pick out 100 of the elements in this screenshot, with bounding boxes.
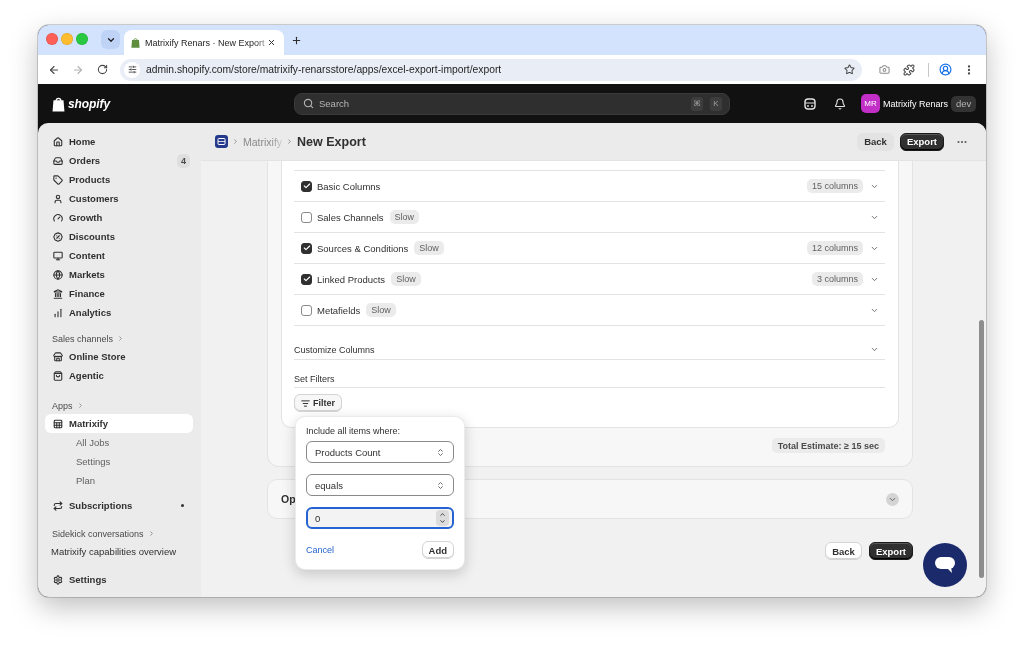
- chevron-right-icon: [117, 335, 125, 342]
- profile-icon[interactable]: [938, 63, 952, 76]
- chevron-down-icon[interactable]: [439, 518, 446, 525]
- column-count: 12 columns: [806, 241, 863, 255]
- store-badge: dev: [951, 95, 977, 112]
- nav-item[interactable]: Markets: [45, 265, 193, 284]
- spreadsheet-icon: [53, 418, 63, 429]
- nav-item[interactable]: Agentic: [45, 366, 193, 385]
- check-icon: [302, 244, 311, 252]
- nav-item[interactable]: Analytics: [45, 303, 193, 322]
- section-title: Set Filters: [294, 373, 335, 384]
- chevron-right-icon: [286, 138, 294, 145]
- select-field[interactable]: equals: [306, 474, 454, 496]
- slow-tag: Slow: [391, 272, 421, 286]
- nav-item[interactable]: Online Store: [45, 347, 193, 366]
- star-icon[interactable]: [844, 64, 855, 75]
- estimate-badge: Total Estimate: ≥ 15 sec: [771, 438, 885, 453]
- nav-item[interactable]: Content: [45, 246, 193, 265]
- back-button[interactable]: Back: [857, 132, 894, 151]
- bell-icon[interactable]: [834, 97, 846, 110]
- column-count: 15 columns: [806, 179, 863, 193]
- slow-tag: Slow: [389, 210, 420, 224]
- cancel-link[interactable]: Cancel: [306, 545, 334, 555]
- nav-item[interactable]: Customers: [45, 189, 193, 208]
- nav-item[interactable]: Products: [45, 170, 193, 189]
- app-icon[interactable]: [215, 135, 228, 148]
- reload-icon[interactable]: [97, 64, 108, 75]
- filter-button[interactable]: Filter: [294, 394, 342, 412]
- section-heading[interactable]: Sidekick conversations: [45, 525, 159, 542]
- popover-prompt: Include all items where:: [306, 426, 402, 437]
- checkbox[interactable]: [301, 304, 312, 316]
- logo-text: shopify: [68, 96, 110, 111]
- camera-icon[interactable]: [878, 64, 890, 75]
- select-field[interactable]: Products Count: [306, 441, 454, 463]
- conversation-link[interactable]: Matrixify capabilities overview: [45, 542, 193, 561]
- checkbox[interactable]: [301, 242, 312, 254]
- checkbox[interactable]: [301, 211, 312, 223]
- back-button[interactable]: Back: [825, 542, 862, 560]
- shortcut-key: K: [710, 96, 722, 111]
- house-icon: [53, 136, 63, 147]
- section-heading[interactable]: Sales channels: [45, 330, 129, 347]
- nav-item[interactable]: Subscriptions: [45, 496, 193, 515]
- nav-subitem[interactable]: All Jobs: [45, 433, 193, 452]
- shopping-bag-icon: [52, 95, 65, 112]
- inbox-icon: [53, 155, 63, 166]
- search-field[interactable]: Search ⌘ K: [294, 92, 730, 115]
- bag-icon: [131, 37, 140, 48]
- speech-bubble-icon: [935, 557, 955, 573]
- checkbox[interactable]: [301, 180, 312, 192]
- back-arrow-icon[interactable]: [48, 63, 60, 76]
- nav-item[interactable]: Growth: [45, 208, 193, 227]
- export-button[interactable]: Export: [899, 132, 944, 151]
- nav-subitem[interactable]: Settings: [45, 452, 193, 471]
- nav-subitem[interactable]: Plan: [45, 471, 193, 490]
- site-settings-icon[interactable]: [124, 61, 140, 78]
- address-bar[interactable]: admin.shopify.com/store/matrixify-renarsstore/apps/excel-export-import/export: [120, 58, 862, 81]
- count-badge: 4: [177, 153, 190, 168]
- nav-item[interactable]: Orders 4: [45, 151, 193, 170]
- number-field[interactable]: 0: [306, 507, 454, 529]
- plus-icon[interactable]: [291, 35, 302, 46]
- slow-tag: Slow: [414, 241, 444, 255]
- column-group-label: Sales Channels: [317, 211, 384, 223]
- nav-item[interactable]: Finance: [45, 284, 193, 303]
- chevron-right-icon: [76, 402, 84, 409]
- chevrons-icon: [436, 480, 445, 490]
- section-heading[interactable]: Apps: [45, 397, 88, 414]
- chevron-up-icon[interactable]: [439, 511, 446, 518]
- account-name[interactable]: Matrixify Renars: [883, 98, 948, 109]
- bar-chart-icon: [53, 307, 63, 318]
- chevron-down-icon[interactable]: [870, 345, 879, 354]
- avatar[interactable]: MR: [861, 94, 880, 113]
- close-icon[interactable]: [267, 38, 276, 47]
- settings-icon: [53, 574, 63, 585]
- column-group-label: Basic Columns: [317, 180, 381, 192]
- scrollbar-thumb[interactable]: [979, 320, 984, 578]
- column-count: 3 columns: [811, 272, 863, 286]
- chevron-down-icon[interactable]: [886, 492, 899, 506]
- chat-button[interactable]: [923, 543, 967, 587]
- monitor-icon: [53, 250, 63, 261]
- tab-list-button[interactable]: [101, 30, 120, 49]
- store-icon: [53, 351, 63, 362]
- add-button[interactable]: Add: [421, 541, 454, 559]
- page-title: New Export: [297, 134, 366, 149]
- nav-item[interactable]: Matrixify: [45, 414, 193, 433]
- browser-tab[interactable]: Matrixify Renars · New Export: [124, 30, 284, 55]
- nav-item[interactable]: Settings: [45, 570, 193, 589]
- shortcut-key: ⌘: [691, 96, 703, 111]
- bank-icon: [53, 288, 63, 299]
- close-window-button[interactable]: [46, 33, 58, 45]
- person-icon: [53, 193, 63, 204]
- bus-icon[interactable]: [804, 97, 816, 110]
- nav-item[interactable]: Discounts: [45, 227, 193, 246]
- puzzle-icon[interactable]: [903, 63, 915, 76]
- section-title[interactable]: Customize Columns: [294, 344, 375, 355]
- checkbox[interactable]: [301, 273, 312, 285]
- chevron-right-icon: [232, 138, 239, 145]
- nav-item[interactable]: Home: [45, 132, 193, 151]
- stepper[interactable]: [436, 510, 449, 526]
- export-button[interactable]: Export: [868, 542, 913, 560]
- bag-icon: [53, 370, 63, 381]
